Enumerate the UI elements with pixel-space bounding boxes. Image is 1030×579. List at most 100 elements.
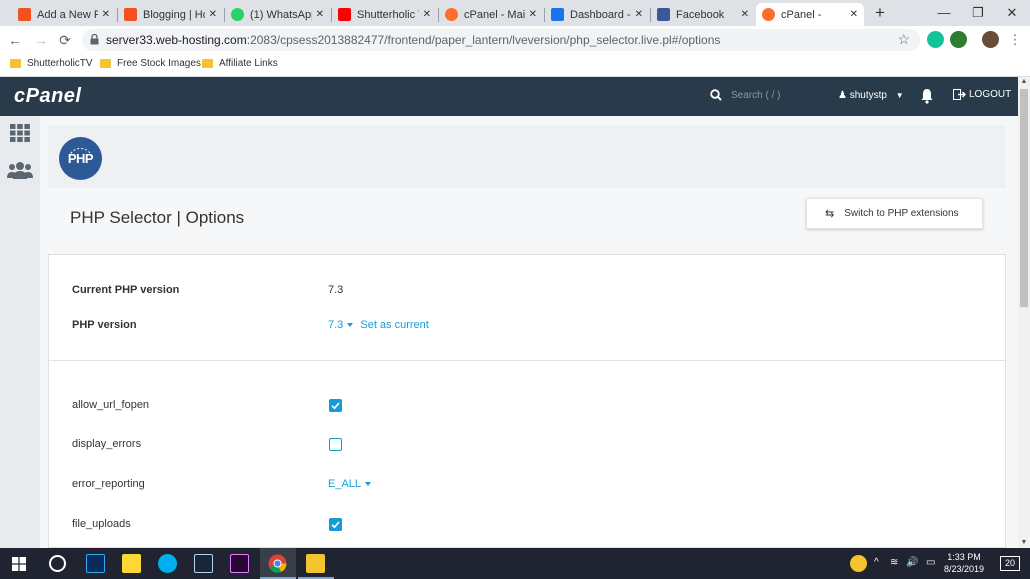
php-version-label: PHP version <box>72 319 137 331</box>
close-window-button[interactable]: ✕ <box>992 0 1030 26</box>
windows-taskbar: ^ ≋ 🔊 ▭ 1:33 PM 8/23/2019 20 <box>0 548 1030 579</box>
close-icon[interactable]: ✕ <box>209 9 217 20</box>
bookmark-star-icon[interactable]: ☆ <box>897 31 910 48</box>
extension-icon[interactable] <box>950 31 967 48</box>
reload-icon[interactable]: ⟳ <box>56 31 74 49</box>
php-version-select[interactable]: 7.3 <box>328 319 357 331</box>
premiere-icon[interactable] <box>230 554 249 573</box>
scroll-up-icon[interactable]: ▲ <box>1018 77 1030 87</box>
folder-icon <box>202 59 213 68</box>
caret-down-icon <box>347 322 354 327</box>
sticky-notes-icon[interactable] <box>122 554 141 573</box>
page-title: PHP Selector | Options <box>70 208 245 227</box>
notification-center-button[interactable]: 20 <box>1000 556 1020 571</box>
allow-url-fopen-checkbox[interactable] <box>329 399 342 412</box>
tab-title: Facebook <box>676 8 725 21</box>
tab-title: (1) WhatsApp <box>250 8 312 21</box>
url-bar[interactable]: server33.web-hosting.com:2083/cpsess2013… <box>82 29 920 51</box>
forward-icon[interactable]: → <box>32 31 50 49</box>
volume-icon[interactable]: 🔊 <box>906 557 918 568</box>
lightroom-icon[interactable] <box>194 554 213 573</box>
close-icon[interactable]: ✕ <box>741 9 749 20</box>
wifi-icon[interactable]: ≋ <box>890 557 898 568</box>
menu-icon[interactable]: ⋮ <box>1006 31 1024 49</box>
folder-icon <box>100 59 111 68</box>
cpanel-sidebar <box>0 116 40 548</box>
cpanel-logo[interactable]: cPanel <box>14 85 81 108</box>
windows-start-icon[interactable] <box>12 557 26 571</box>
scroll-down-icon[interactable]: ▼ <box>1018 538 1030 548</box>
grammarly-icon[interactable] <box>927 31 944 48</box>
logout-button[interactable]: LOGOUT <box>953 89 1011 100</box>
address-toolbar: ← → ⟳ server33.web-hosting.com:2083/cpse… <box>0 26 1030 53</box>
clock[interactable]: 1:33 PM 8/23/2019 <box>940 551 988 575</box>
file-explorer-icon[interactable] <box>306 554 325 573</box>
profile-avatar[interactable] <box>982 31 999 48</box>
scroll-thumb[interactable] <box>1020 89 1028 307</box>
clock-date: 8/23/2019 <box>943 564 985 574</box>
whatsapp-icon <box>231 8 244 21</box>
caret-down-icon <box>365 481 372 486</box>
photoshop-icon[interactable] <box>86 554 105 573</box>
display-errors-checkbox[interactable] <box>329 438 342 451</box>
browser-tab[interactable]: cPanel - Main ✕ <box>439 3 543 26</box>
browser-tab-active[interactable]: cPanel - ✕ <box>756 3 864 26</box>
option-name: error_reporting <box>72 478 145 490</box>
help-icon[interactable] <box>850 555 867 572</box>
option-name: display_errors <box>72 438 142 450</box>
user-menu[interactable]: ♟ shutystp ▼ <box>838 90 904 101</box>
close-icon[interactable]: ✕ <box>316 9 324 20</box>
close-icon[interactable]: ✕ <box>423 9 431 20</box>
error-reporting-select[interactable]: E_ALL <box>328 478 375 490</box>
browser-tab[interactable]: Dashboard - A ✕ <box>545 3 649 26</box>
switch-button-label: Switch to PHP extensions <box>844 208 959 219</box>
close-icon[interactable]: ✕ <box>102 9 110 20</box>
close-icon[interactable]: ✕ <box>529 9 537 20</box>
tab-title: cPanel - <box>781 8 822 21</box>
logout-label: LOGOUT <box>969 89 1012 100</box>
browser-tab-strip: Add a New Po ✕ Blogging | Hov ✕ (1) What… <box>0 0 1030 26</box>
browser-tab[interactable]: Facebook ✕ <box>651 3 755 26</box>
apps-grid-icon[interactable] <box>10 124 30 142</box>
url-text: server33.web-hosting.com:2083/cpsess2013… <box>106 33 721 47</box>
tab-title: Add a New Po <box>37 8 98 21</box>
blogger-icon <box>18 8 31 21</box>
close-icon[interactable]: ✕ <box>850 9 858 20</box>
battery-icon[interactable]: ▭ <box>926 557 935 568</box>
browser-tab[interactable]: Blogging | Hov ✕ <box>118 3 223 26</box>
swap-arrows-icon: ⇆ <box>825 208 835 220</box>
browser-tab[interactable]: Shutterholic T ✕ <box>332 3 437 26</box>
skype-icon[interactable] <box>158 554 177 573</box>
php-logo-text: PHP <box>67 151 94 166</box>
back-icon[interactable]: ← <box>6 31 24 49</box>
lock-icon <box>90 34 99 45</box>
bookmark-folder[interactable]: Affiliate Links <box>202 58 278 69</box>
notification-count: 20 <box>1004 558 1015 568</box>
close-icon[interactable]: ✕ <box>635 9 643 20</box>
divider <box>49 360 1005 361</box>
users-icon[interactable] <box>7 161 33 179</box>
file-uploads-checkbox[interactable] <box>329 518 342 531</box>
youtube-icon <box>338 8 351 21</box>
new-tab-button[interactable]: + <box>870 3 890 23</box>
chevron-up-icon[interactable]: ^ <box>874 557 879 568</box>
username: shutystp <box>849 90 887 101</box>
browser-tab[interactable]: (1) WhatsApp ✕ <box>225 3 330 26</box>
search-icon <box>710 89 722 101</box>
set-as-current-link[interactable]: Set as current <box>360 319 428 331</box>
switch-to-extensions-button[interactable]: ⇆ Switch to PHP extensions <box>806 198 983 229</box>
bookmark-folder[interactable]: ShutterholicTV <box>10 58 93 69</box>
cpanel-header: cPanel Search ( / ) ♟ shutystp ▼ LOGOUT <box>0 77 1018 116</box>
browser-tab[interactable]: Add a New Po ✕ <box>12 3 116 26</box>
option-name: file_uploads <box>72 518 131 530</box>
chevron-down-icon: ▼ <box>895 91 904 100</box>
current-php-version-value: 7.3 <box>328 284 344 296</box>
bookmark-folder[interactable]: Free Stock Images <box>100 58 201 69</box>
search-field[interactable]: Search ( / ) <box>698 77 823 116</box>
cortana-icon[interactable] <box>48 554 67 573</box>
bell-icon[interactable] <box>920 88 934 104</box>
facebook-icon <box>657 8 670 21</box>
tab-title: Blogging | Hov <box>143 8 205 21</box>
bookmarks-bar: ShutterholicTV Free Stock Images Affilia… <box>0 53 1030 77</box>
page-scrollbar[interactable]: ▲ ▼ <box>1018 77 1030 548</box>
